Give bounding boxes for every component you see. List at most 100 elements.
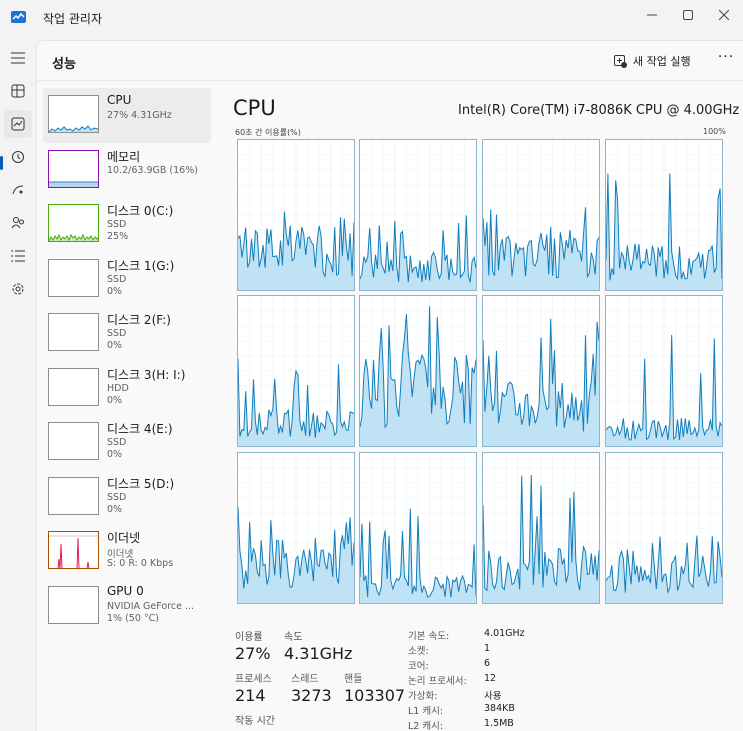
threads-value: 3273 (291, 686, 332, 705)
resource-usage: 0% (107, 340, 123, 351)
nav-app-history[interactable] (4, 143, 32, 171)
cpu-core-graph (605, 295, 723, 447)
cpu-usage-plot (483, 453, 599, 603)
cpu-usage-plot (238, 140, 354, 290)
processes-icon (11, 84, 25, 98)
cpu-usage-plot (238, 296, 354, 446)
cpu-core-graph (482, 139, 600, 291)
minimize-icon (647, 14, 657, 16)
resource-name: 디스크 3(H: I:) (107, 367, 186, 382)
close-button[interactable] (704, 0, 743, 30)
resource-name: 디스크 0(C:) (107, 204, 174, 218)
spec-value: 4.01GHz (484, 628, 525, 639)
resource-type: NVIDIA GeForce ... (107, 600, 195, 612)
nav-startup[interactable] (4, 176, 32, 204)
run-new-task-button[interactable]: 새 작업 실행 (614, 50, 691, 72)
cpu-core-graph (605, 452, 723, 604)
resource-name: 메모리 (107, 149, 141, 164)
nav-services[interactable] (4, 275, 32, 303)
resource-item-disk-4[interactable]: 디스크 4(E:) SSD 0% (43, 415, 211, 470)
cpu-usage-plot (360, 296, 476, 446)
spec-value: 1 (484, 643, 491, 654)
resource-name: GPU 0 (107, 583, 144, 598)
graph-axis-label: 60초 간 이용률(%) (235, 128, 301, 137)
cpu-core-graph (482, 295, 600, 447)
resource-item-disk-0[interactable]: 디스크 0(C:) SSD 25% (43, 197, 211, 252)
resource-type: SSD (107, 219, 127, 230)
resource-item-disk-3[interactable]: 디스크 3(H: I:) HDD 0% (43, 361, 211, 416)
nav-users[interactable] (4, 209, 32, 237)
resource-item-disk-2[interactable]: 디스크 2(F:) SSD 0% (43, 306, 211, 361)
cpu-core-graph (605, 139, 723, 291)
cpu-usage-plot (238, 453, 354, 603)
content-panel: 성능 새 작업 실행 ··· CPU 27% 4.31GHz 메모리 10.2/… (36, 40, 743, 731)
spec-value: 6 (484, 658, 491, 669)
memory-thumbnail-graph (48, 149, 99, 188)
cpu-usage-plot (360, 140, 476, 290)
resource-name: 이더넷 (107, 531, 141, 545)
title-bar: 작업 관리자 (0, 0, 743, 36)
resource-type: SSD (107, 273, 127, 285)
cpu-title: CPU (233, 96, 276, 120)
nav-details[interactable] (4, 242, 32, 270)
app-history-icon (12, 151, 24, 163)
details-icon (11, 250, 25, 262)
resource-name: 디스크 5(D:) (107, 476, 175, 491)
menu-icon (11, 52, 25, 64)
minimize-button[interactable] (632, 0, 672, 30)
disk-1-thumbnail-graph (48, 258, 99, 297)
spec-key: 기본 속도: (408, 631, 450, 642)
cpu-core-graph (482, 452, 600, 604)
services-icon (12, 283, 24, 295)
utilization-label: 이용률 (235, 632, 263, 643)
cpu-usage-plot (483, 296, 599, 446)
processes-value: 214 (235, 686, 266, 705)
speed-value: 4.31GHz (284, 644, 353, 663)
resource-type: SSD (107, 437, 127, 448)
resource-item-disk-1[interactable]: 디스크 1(G:) SSD 0% (43, 252, 211, 307)
resource-item-gpu-0[interactable]: GPU 0 NVIDIA GeForce ... 1% (50 °C) (43, 579, 211, 634)
disk-4-thumbnail-graph (48, 422, 99, 460)
more-options-button[interactable]: ··· (715, 49, 737, 71)
resource-list: CPU 27% 4.31GHz 메모리 10.2/63.9GB (16%) 디스… (43, 88, 211, 633)
speed-label: 속도 (284, 632, 303, 643)
utilization-value: 27% (235, 644, 271, 663)
cpu-core-graph (237, 295, 355, 447)
spec-value: 384KB (484, 703, 515, 714)
cpu-core-graph (359, 295, 477, 447)
disk-2-thumbnail-graph (48, 313, 99, 351)
resource-usage: 25% (107, 231, 129, 242)
close-icon (719, 10, 729, 20)
spec-key: L2 캐시: (408, 721, 444, 731)
spec-value: 12 (484, 673, 497, 684)
gpu-0-thumbnail-graph (48, 585, 99, 624)
nav-menu-button[interactable] (4, 44, 32, 72)
cpu-usage-plot (483, 140, 599, 290)
disk-0-thumbnail-graph (48, 204, 99, 242)
resource-usage: 0% (107, 503, 123, 515)
resource-item-memory[interactable]: 메모리 10.2/63.9GB (16%) (43, 143, 211, 198)
disk-5-thumbnail-graph (48, 476, 99, 515)
ethernet-thumbnail-graph (48, 531, 99, 569)
resource-usage: 0% (107, 449, 123, 460)
spec-key: L1 캐시: (408, 706, 444, 717)
window-title: 작업 관리자 (43, 12, 103, 26)
maximize-button[interactable] (668, 0, 708, 30)
handles-label: 핸들 (344, 674, 363, 685)
processes-label: 프로세스 (235, 674, 272, 685)
cpu-model: Intel(R) Core(TM) i7-8086K CPU @ 4.00GHz (458, 103, 740, 118)
handles-value: 103307 (344, 686, 406, 705)
resource-name: 디스크 4(E:) (107, 422, 173, 436)
graph-max-label: 100% (703, 127, 726, 136)
spec-key: 코어: (408, 661, 429, 672)
performance-icon (11, 117, 25, 131)
navigation-rail (0, 40, 36, 731)
resource-usage: 0% (107, 285, 123, 297)
resource-detail: 27% 4.31GHz (107, 110, 172, 121)
resource-item-cpu[interactable]: CPU 27% 4.31GHz (43, 88, 211, 143)
resource-item-disk-5[interactable]: 디스크 5(D:) SSD 0% (43, 470, 211, 525)
nav-performance[interactable] (4, 110, 32, 138)
users-icon (11, 217, 24, 229)
nav-processes[interactable] (4, 77, 32, 105)
resource-item-ethernet[interactable]: 이더넷 이더넷 S: 0 R: 0 Kbps (43, 524, 211, 579)
